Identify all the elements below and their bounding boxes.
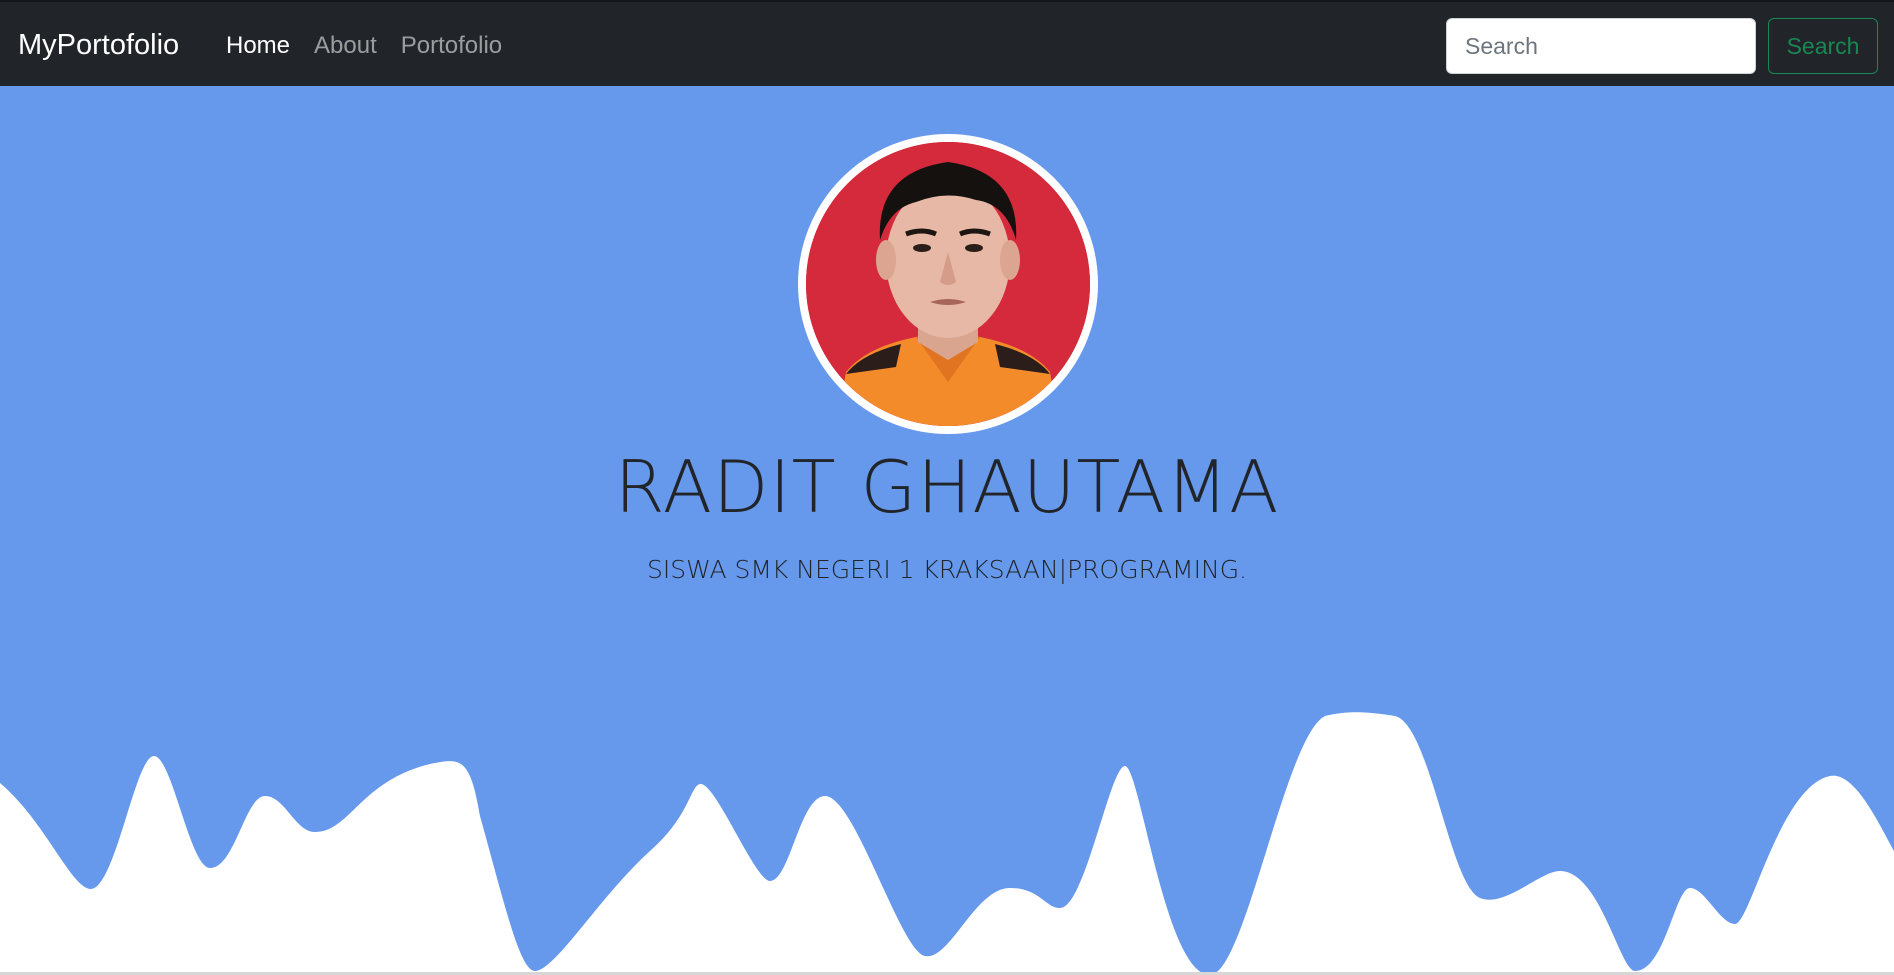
top-navbar: MyPortofolio Home About Portofolio Searc… [0,0,1894,86]
brand-logo[interactable]: MyPortofolio [18,28,179,62]
search-button[interactable]: Search [1768,18,1878,74]
nav-link-home[interactable]: Home [226,31,290,61]
search-input[interactable] [1446,18,1756,74]
nav-link-portofolio[interactable]: Portofolio [401,31,502,61]
nav-links: Home About Portofolio [226,31,502,61]
nav-link-about[interactable]: About [314,31,377,61]
decorative-wave [0,712,1894,975]
hero-section: RADIT GHAUTAMA SISWA SMK NEGERI 1 KRAKSA… [0,86,1894,975]
